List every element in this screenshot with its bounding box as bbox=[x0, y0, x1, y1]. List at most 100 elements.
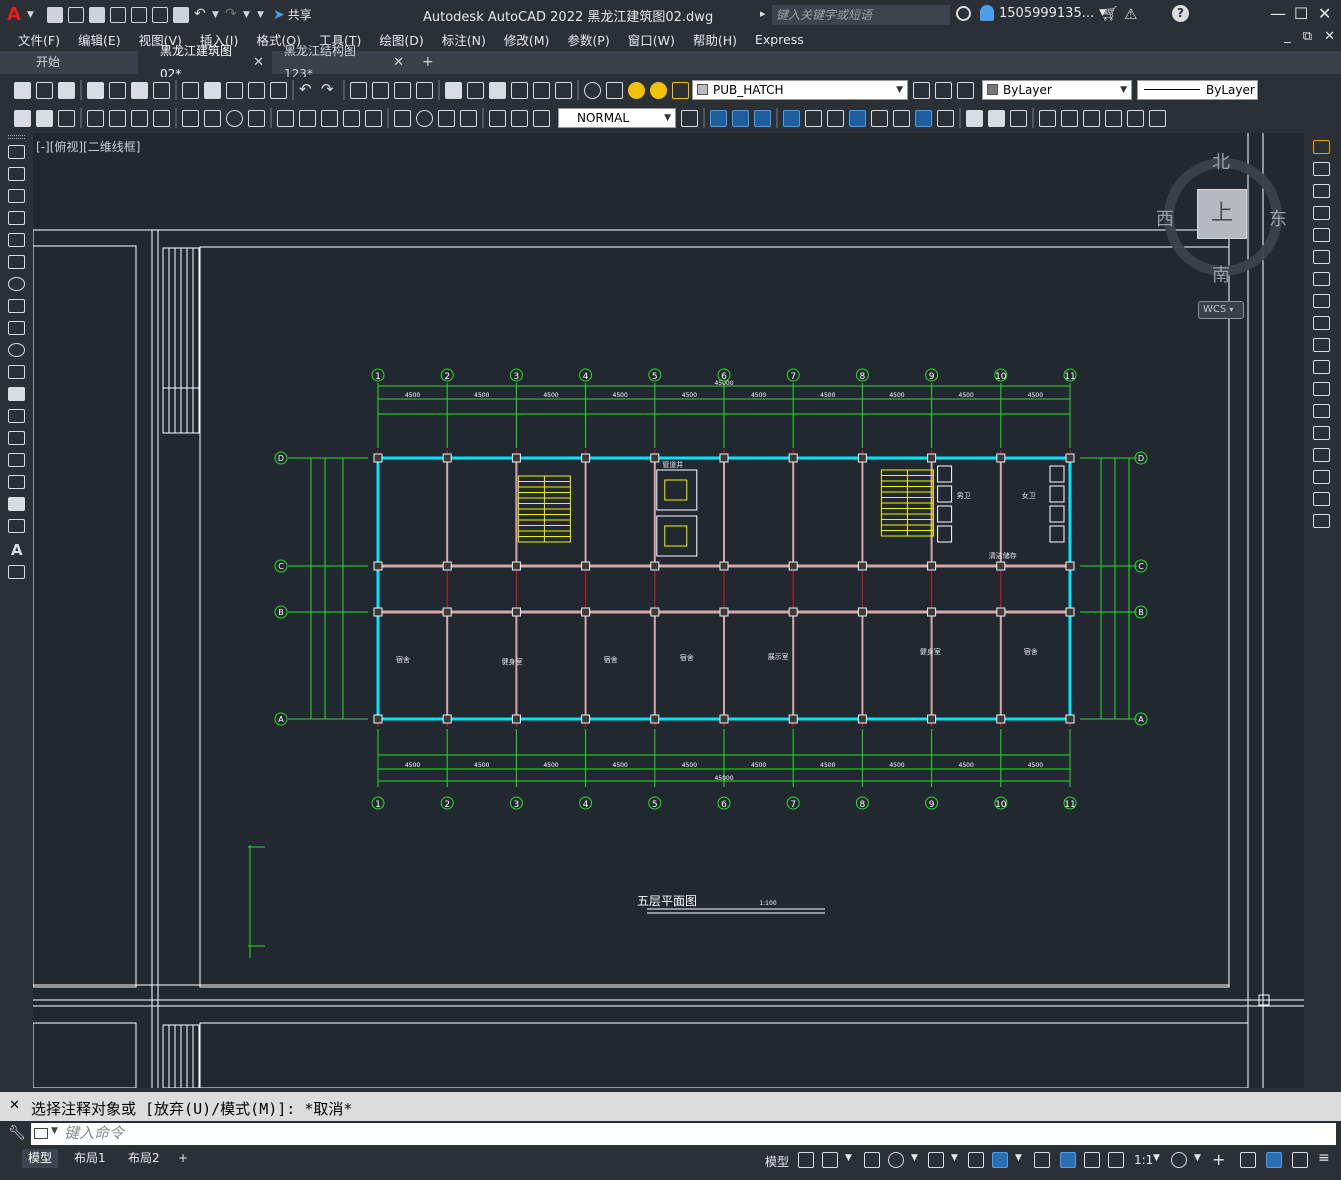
tab-close-icon[interactable]: ✕ bbox=[253, 51, 264, 74]
ellipse-arc-icon[interactable] bbox=[8, 365, 25, 379]
block-editor-icon[interactable] bbox=[270, 81, 287, 99]
dim-style-icon[interactable] bbox=[681, 109, 698, 127]
center-mark-icon[interactable] bbox=[416, 109, 433, 127]
stretch-icon[interactable] bbox=[1313, 316, 1330, 330]
undo-dropdown-icon[interactable]: ▼ bbox=[212, 10, 220, 20]
quickcalc-icon[interactable] bbox=[555, 81, 572, 99]
plus-icon[interactable]: + bbox=[1212, 1150, 1225, 1169]
extrude-faces-icon[interactable] bbox=[783, 109, 800, 127]
open-icon[interactable] bbox=[36, 81, 53, 99]
arc-length-icon[interactable] bbox=[131, 109, 148, 127]
join-icon[interactable] bbox=[1313, 426, 1330, 440]
tab-layout2[interactable]: 布局2 bbox=[122, 1149, 166, 1168]
a360-icon[interactable]: ⚠︎ bbox=[1124, 5, 1137, 23]
auto-scale-icon[interactable] bbox=[1084, 1152, 1100, 1168]
publish-icon[interactable] bbox=[131, 81, 148, 99]
chevron-down-icon[interactable]: ▼ bbox=[845, 1153, 852, 1163]
minimize-icon[interactable]: — bbox=[1270, 4, 1286, 23]
save-icon[interactable] bbox=[58, 81, 75, 99]
layer-lock-icon[interactable] bbox=[672, 81, 689, 99]
add-layout-button[interactable]: + bbox=[172, 1149, 194, 1168]
taper-faces-icon[interactable] bbox=[893, 109, 910, 127]
section-icon[interactable] bbox=[1127, 109, 1144, 127]
menu-parametric[interactable]: 参数(P) bbox=[558, 30, 618, 49]
clean-screen-icon[interactable] bbox=[1292, 1152, 1308, 1168]
continue-dim-icon[interactable] bbox=[321, 109, 338, 127]
maximize-icon[interactable]: ☐ bbox=[1294, 4, 1308, 23]
ellipse-icon[interactable] bbox=[8, 343, 25, 357]
qdim-icon[interactable] bbox=[14, 109, 31, 127]
help-icon[interactable] bbox=[584, 81, 601, 99]
point-icon[interactable] bbox=[8, 431, 25, 445]
dim-text-edit-icon[interactable] bbox=[511, 109, 528, 127]
move-faces-icon[interactable] bbox=[805, 109, 822, 127]
model-space-button[interactable]: 模型 bbox=[765, 1153, 789, 1170]
construction-line-icon[interactable] bbox=[8, 167, 25, 181]
chevron-down-icon[interactable]: ▼ bbox=[1153, 1153, 1160, 1163]
tool-palettes-icon[interactable] bbox=[489, 81, 506, 99]
tab-drawing-structure[interactable]: 黑龙江结构图123* ✕ bbox=[272, 44, 412, 81]
clean-icon[interactable] bbox=[988, 109, 1005, 127]
user-account-button[interactable]: 1505999135... ▼ bbox=[980, 5, 1106, 21]
imprint-icon[interactable] bbox=[966, 109, 983, 127]
new-icon[interactable] bbox=[14, 81, 31, 99]
save-icon[interactable] bbox=[89, 6, 105, 23]
copy-object-icon[interactable] bbox=[1313, 162, 1330, 176]
diameter-dim-icon[interactable] bbox=[226, 109, 243, 127]
spline-icon[interactable] bbox=[8, 321, 25, 335]
3d-dwf-icon[interactable] bbox=[153, 81, 170, 99]
make-block-icon[interactable] bbox=[8, 409, 25, 423]
break-icon[interactable] bbox=[1313, 404, 1330, 418]
table-icon[interactable] bbox=[8, 519, 25, 533]
dim-space-icon[interactable] bbox=[343, 109, 360, 127]
annotation-scale-value[interactable]: 1:1 bbox=[1134, 1153, 1153, 1167]
offset-faces-icon[interactable] bbox=[827, 109, 844, 127]
scale-icon[interactable] bbox=[1313, 294, 1330, 308]
plot-icon[interactable] bbox=[131, 6, 147, 23]
lineweight-icon[interactable] bbox=[1034, 1152, 1050, 1168]
check-icon[interactable] bbox=[1061, 109, 1078, 127]
menu-modify[interactable]: 修改(M) bbox=[495, 30, 559, 49]
chevron-down-icon[interactable]: ▼ bbox=[951, 1153, 958, 1163]
move-icon[interactable] bbox=[1313, 250, 1330, 264]
region-icon[interactable] bbox=[8, 497, 25, 511]
add-selected-icon[interactable] bbox=[8, 565, 25, 579]
union-icon[interactable] bbox=[710, 109, 727, 127]
make-current-layer-icon[interactable] bbox=[913, 81, 930, 99]
chevron-down-icon[interactable]: ▼ bbox=[1015, 1153, 1022, 1163]
viewport-label[interactable]: [-][俯视][二维线框] bbox=[36, 138, 140, 155]
paste-icon[interactable] bbox=[226, 81, 243, 99]
tolerance-icon[interactable] bbox=[394, 109, 411, 127]
new-file-icon[interactable] bbox=[47, 6, 63, 23]
app-menu-dropdown-icon[interactable]: ▼ bbox=[27, 10, 35, 20]
trim-icon[interactable] bbox=[1313, 338, 1330, 352]
search-input[interactable]: 键入关键字或短语 bbox=[772, 5, 950, 25]
polygon-icon[interactable] bbox=[8, 211, 25, 225]
dimstyle-combo[interactable]: NORMAL ▼ bbox=[558, 108, 676, 128]
menu-window[interactable]: 窗口(W) bbox=[619, 30, 684, 49]
baseline-dim-icon[interactable] bbox=[299, 109, 316, 127]
tab-start[interactable]: 开始 bbox=[0, 51, 138, 74]
undo-icon[interactable]: ↶ bbox=[194, 7, 210, 23]
layer-previous-icon[interactable] bbox=[935, 81, 952, 99]
tab-close-icon[interactable]: ✕ bbox=[393, 51, 404, 74]
color-faces-icon[interactable] bbox=[937, 109, 954, 127]
color-combo[interactable]: ByLayer ▼ bbox=[982, 80, 1132, 100]
pan-icon[interactable] bbox=[350, 81, 367, 99]
extend-icon[interactable] bbox=[1313, 360, 1330, 374]
mirror-icon[interactable] bbox=[1313, 184, 1330, 198]
line-icon[interactable] bbox=[8, 145, 25, 159]
doc-minimize-icon[interactable]: _ bbox=[1284, 29, 1291, 44]
mtext-icon[interactable] bbox=[58, 109, 75, 127]
copy-faces-icon[interactable] bbox=[915, 109, 932, 127]
close-icon[interactable]: ✕ bbox=[1318, 4, 1331, 23]
table-icon[interactable] bbox=[36, 109, 53, 127]
gradient-icon[interactable] bbox=[8, 475, 25, 489]
insert-block-icon[interactable] bbox=[8, 387, 25, 401]
toolbar-grip[interactable] bbox=[8, 135, 25, 139]
compass-north[interactable]: 北 bbox=[1212, 148, 1230, 174]
plot-icon[interactable] bbox=[87, 81, 104, 99]
rotate-icon[interactable] bbox=[1313, 272, 1330, 286]
undo-icon[interactable]: ↶ bbox=[299, 81, 316, 99]
markup-icon[interactable] bbox=[533, 81, 550, 99]
